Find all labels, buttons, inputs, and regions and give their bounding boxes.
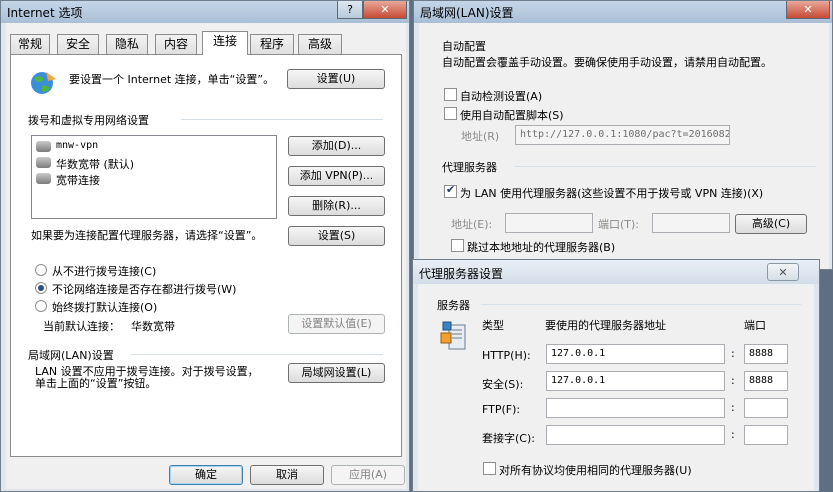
ftp-port-input[interactable] <box>744 398 788 418</box>
col-address-header: 要使用的代理服务器地址 <box>545 319 666 332</box>
tab-programs[interactable]: 程序 <box>250 34 294 54</box>
col-type-header: 类型 <box>482 319 504 332</box>
dialup-section-label: 拨号和虚拟专用网络设置 <box>28 114 149 127</box>
secure-port-input[interactable]: 8888 <box>744 371 788 391</box>
phone-connection-icon <box>36 173 51 184</box>
advanced-button[interactable]: 高级(C) <box>735 214 807 234</box>
use-proxy-label: 为 LAN 使用代理服务器(这些设置不用于拨号或 VPN 连接)(X) <box>460 187 764 200</box>
lan-settings-window: 局域网(LAN)设置 ✕ 自动配置 自动配置会覆盖手动设置。要确保使用手动设置，… <box>413 0 833 270</box>
close-button[interactable]: ✕ <box>363 1 407 19</box>
proxy-config-text: 如果要为连接配置代理服务器，请选择“设置”。 <box>31 229 263 242</box>
same-proxy-checkbox[interactable] <box>483 462 496 475</box>
ftp-type-label: FTP(F): <box>482 403 521 416</box>
radio-dial-whenever[interactable] <box>35 282 47 294</box>
bypass-local-checkbox[interactable] <box>451 239 464 252</box>
phone-connection-icon <box>36 141 51 152</box>
use-script-label: 使用自动配置脚本(S) <box>460 109 564 122</box>
proxy-settings-titlebar: 代理服务器设置 ✕ <box>413 260 819 284</box>
colon-separator: : <box>731 374 735 387</box>
setup-button[interactable]: 设置(U) <box>287 69 385 89</box>
apply-button[interactable]: 应用(A) <box>331 465 405 485</box>
add-button[interactable]: 添加(D)... <box>288 136 385 156</box>
lan-description: LAN 设置不应用于拨号连接。对于拨号设置，单击上面的“设置”按钮。 <box>35 365 259 390</box>
set-default-button[interactable]: 设置默认值(E) <box>288 314 385 334</box>
secure-type-label: 安全(S): <box>482 378 524 391</box>
proxy-address-label: 地址(E): <box>451 218 493 231</box>
colon-separator: : <box>731 428 735 441</box>
connection-name: 宽带连接 <box>56 174 100 187</box>
globe-icon <box>28 69 58 99</box>
section-divider <box>131 354 383 355</box>
radio-dial-whenever-label: 不论网络连接是否存在都进行拨号(W) <box>52 283 237 296</box>
socks-address-input[interactable] <box>546 425 725 445</box>
script-address-label: 地址(R) <box>461 130 500 143</box>
auto-config-description: 自动配置会覆盖手动设置。要确保使用手动设置，请禁用自动配置。 <box>442 56 772 69</box>
tab-general[interactable]: 常规 <box>10 34 50 54</box>
proxy-address-input[interactable] <box>505 213 593 233</box>
http-address-input[interactable]: 127.0.0.1 <box>546 344 725 364</box>
add-vpn-button[interactable]: 添加 VPN(P)... <box>288 166 385 186</box>
socks-port-input[interactable] <box>744 425 788 445</box>
lan-section-label: 局域网(LAN)设置 <box>28 349 114 362</box>
http-port-input[interactable]: 8888 <box>744 344 788 364</box>
proxy-settings-window: 代理服务器设置 ✕ 服务器 类型 要使用的代理服务器地址 端口 HTTP(H):… <box>412 259 820 492</box>
cancel-button[interactable]: 取消 <box>250 465 324 485</box>
current-default-label: 当前默认连接： <box>43 320 120 333</box>
ftp-address-input[interactable] <box>546 398 725 418</box>
window-title: 代理服务器设置 <box>419 267 504 281</box>
settings-button[interactable]: 设置(S) <box>288 226 385 246</box>
colon-separator: : <box>731 401 735 414</box>
connection-name: mnw-vpn <box>56 140 99 151</box>
bypass-local-label: 跳过本地地址的代理服务器(B) <box>467 241 616 254</box>
internet-options-window: Internet 选项 ? ✕ 常规 安全 隐私 内容 连接 程序 高级 要设置… <box>0 0 410 492</box>
use-script-checkbox[interactable] <box>444 107 457 120</box>
internet-options-titlebar: Internet 选项 ? ✕ <box>1 1 409 23</box>
tab-security[interactable]: 安全 <box>57 34 99 54</box>
help-button[interactable]: ? <box>337 1 363 19</box>
setup-text: 要设置一个 Internet 连接，单击“设置”。 <box>69 73 275 86</box>
auto-detect-label: 自动检测设置(A) <box>460 90 543 103</box>
section-divider <box>514 166 816 167</box>
radio-always-dial-label: 始终拨打默认连接(O) <box>52 301 158 314</box>
auto-config-title: 自动配置 <box>442 40 486 53</box>
connections-panel: 要设置一个 Internet 连接，单击“设置”。 设置(U) 拨号和虚拟专用网… <box>10 54 402 457</box>
window-title: Internet 选项 <box>7 6 83 20</box>
close-button[interactable]: ✕ <box>786 1 830 19</box>
proxy-server-icon <box>439 320 469 352</box>
socks-type-label: 套接字(C): <box>482 432 535 445</box>
radio-never-dial[interactable] <box>35 264 47 276</box>
tab-content[interactable]: 内容 <box>155 34 197 54</box>
proxy-server-title: 代理服务器 <box>442 161 497 174</box>
same-proxy-label: 对所有协议均使用相同的代理服务器(U) <box>499 464 692 477</box>
tab-advanced[interactable]: 高级 <box>298 34 342 54</box>
secure-address-input[interactable]: 127.0.0.1 <box>546 371 725 391</box>
section-divider <box>481 304 801 305</box>
lan-settings-titlebar: 局域网(LAN)设置 ✕ <box>414 1 832 23</box>
phone-connection-icon <box>36 157 51 168</box>
ok-button[interactable]: 确定 <box>169 465 243 485</box>
script-address-input[interactable]: http://127.0.0.1:1080/pac?t=2016082 <box>515 125 730 145</box>
remove-button[interactable]: 删除(R)... <box>288 196 385 216</box>
lan-settings-button[interactable]: 局域网设置(L) <box>288 363 385 383</box>
colon-separator: : <box>731 347 735 360</box>
radio-never-dial-label: 从不进行拨号连接(C) <box>52 265 157 278</box>
section-divider <box>181 119 383 120</box>
tab-privacy[interactable]: 隐私 <box>106 34 148 54</box>
window-title: 局域网(LAN)设置 <box>420 6 514 20</box>
proxy-port-input[interactable] <box>652 213 730 233</box>
connection-name: 华数宽带 (默认) <box>56 158 135 171</box>
col-port-header: 端口 <box>744 319 766 332</box>
use-proxy-checkbox[interactable] <box>444 183 457 198</box>
http-type-label: HTTP(H): <box>482 349 531 362</box>
radio-always-dial[interactable] <box>35 300 47 312</box>
auto-detect-checkbox[interactable] <box>444 88 457 101</box>
current-default-value: 华数宽带 <box>131 320 175 333</box>
connections-list[interactable]: mnw-vpn 华数宽带 (默认) 宽带连接 <box>31 135 277 219</box>
tab-connections[interactable]: 连接 <box>202 31 248 55</box>
servers-title: 服务器 <box>437 299 470 312</box>
proxy-port-label: 端口(T): <box>598 218 640 231</box>
close-button[interactable]: ✕ <box>767 263 799 281</box>
